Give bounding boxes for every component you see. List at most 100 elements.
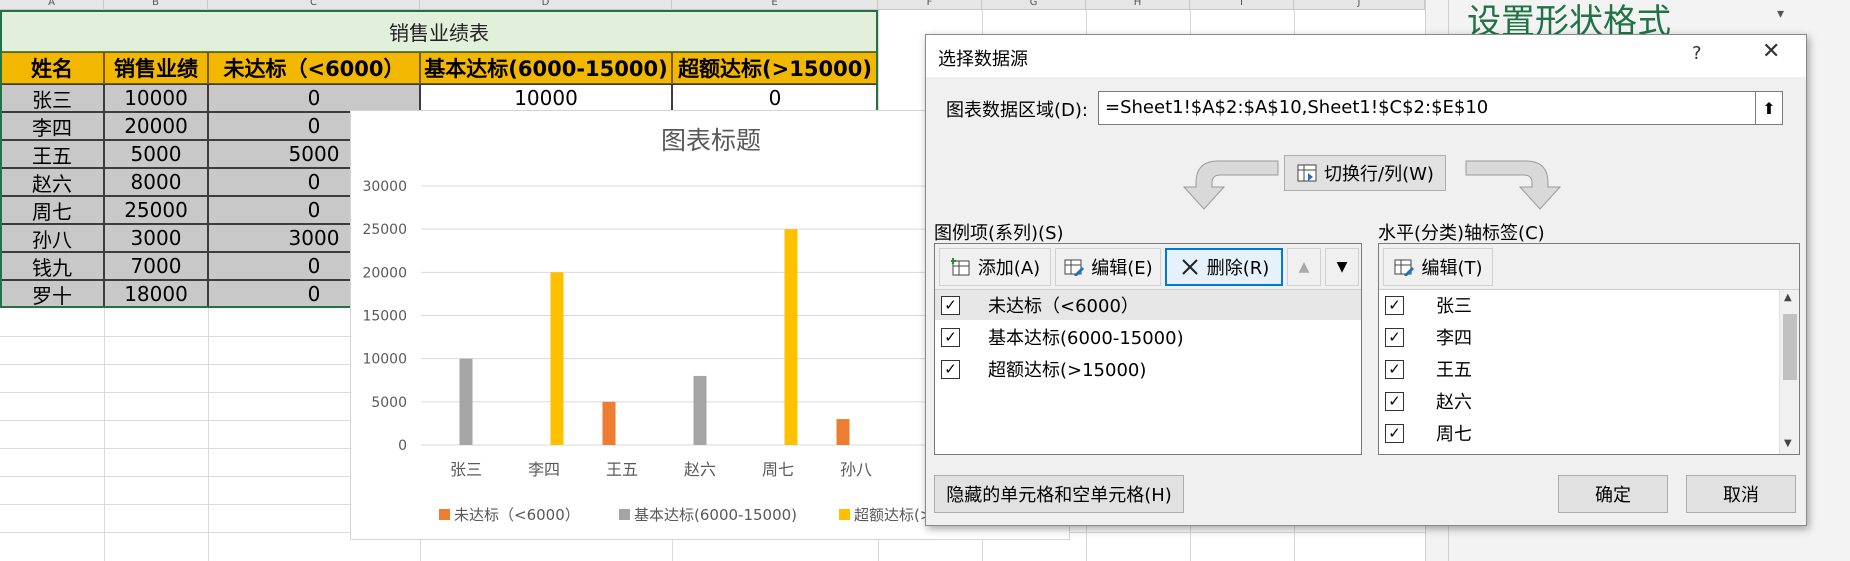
- header-cell-sales[interactable]: 销售业绩: [104, 52, 208, 84]
- cell-sales[interactable]: 3000: [104, 224, 208, 252]
- select-data-source-dialog: 选择数据源 ? ✕ 图表数据区域(D): =Sheet1!$A$2:$A$10,…: [925, 34, 1807, 526]
- pane-dropdown-icon[interactable]: ▾: [1777, 6, 1784, 22]
- legend-label: 未达标（<6000）: [454, 506, 580, 524]
- cell-exceed[interactable]: 0: [672, 84, 878, 112]
- category-list-item[interactable]: ✓ 李四: [1379, 322, 1779, 352]
- column-header-f[interactable]: F: [878, 0, 982, 10]
- collapse-dialog-icon[interactable]: ⬆: [1755, 91, 1783, 125]
- cell-name[interactable]: 李四: [0, 112, 104, 140]
- column-header-b[interactable]: B: [104, 0, 208, 10]
- column-header-row: A B C D E F G H I J: [0, 0, 1425, 10]
- cell-name[interactable]: 王五: [0, 140, 104, 168]
- hidden-empty-cells-button[interactable]: 隐藏的单元格和空单元格(H): [934, 475, 1184, 513]
- category-list-item[interactable]: ✓ 张三: [1379, 290, 1779, 320]
- series-list-item[interactable]: ✓ 未达标（<6000）: [935, 290, 1361, 320]
- horizontal-axis-label: 水平(分类)轴标签(C): [1378, 223, 1545, 244]
- cell-sales[interactable]: 18000: [104, 280, 208, 308]
- chart-title: 图表标题: [661, 126, 761, 155]
- series-checkbox[interactable]: ✓: [941, 295, 960, 315]
- category-checkbox[interactable]: ✓: [1385, 391, 1404, 411]
- cell-sales[interactable]: 5000: [104, 140, 208, 168]
- category-checkbox[interactable]: ✓: [1385, 295, 1404, 315]
- edit-table-icon: [1393, 257, 1415, 277]
- column-header-j[interactable]: J: [1294, 0, 1425, 10]
- series-checkbox[interactable]: ✓: [941, 327, 960, 347]
- column-header-g[interactable]: G: [982, 0, 1086, 10]
- edit-series-button[interactable]: 编辑(E): [1055, 248, 1161, 286]
- series-checkbox[interactable]: ✓: [941, 359, 960, 379]
- header-cell-basic[interactable]: 基本达标(6000-15000): [420, 52, 672, 84]
- edit-axis-labels-button[interactable]: 编辑(T): [1383, 248, 1493, 286]
- add-series-button[interactable]: 添加(A): [939, 248, 1051, 286]
- axis-labels-listbox: 编辑(T) ✓ 张三 ✓ 李四 ✓ 王五 ✓ 赵六 ✓ 周七 ▲ ▼: [1378, 243, 1800, 455]
- legend-label: 基本达标(6000-15000): [634, 506, 797, 524]
- category-list-item[interactable]: ✓ 王五: [1379, 354, 1779, 384]
- delete-series-button[interactable]: 删除(R): [1165, 248, 1283, 286]
- cell-name[interactable]: 周七: [0, 196, 104, 224]
- category-list-item[interactable]: ✓ 周七: [1379, 418, 1779, 448]
- header-cell-name[interactable]: 姓名: [0, 52, 104, 84]
- series-list-item[interactable]: ✓ 超额达标(>15000): [935, 354, 1361, 384]
- category-checkbox[interactable]: ✓: [1385, 423, 1404, 443]
- category-scrollbar[interactable]: ▲ ▼: [1779, 290, 1799, 454]
- series-list-item[interactable]: ✓ 基本达标(6000-15000): [935, 322, 1361, 352]
- header-cell-exceed[interactable]: 超额达标(>15000): [672, 52, 878, 84]
- column-header-e[interactable]: E: [672, 0, 878, 10]
- ok-button[interactable]: 确定: [1558, 475, 1668, 513]
- cancel-button[interactable]: 取消: [1686, 475, 1796, 513]
- left-curved-arrow-icon: [1182, 160, 1279, 210]
- range-label: 图表数据区域(D):: [946, 100, 1088, 121]
- switch-row-column-label: 切换行/列(W): [1324, 164, 1434, 185]
- y-tick-label: 25000: [362, 222, 407, 238]
- column-header-d[interactable]: D: [420, 0, 672, 10]
- cell-sales[interactable]: 25000: [104, 196, 208, 224]
- switch-row-column-button[interactable]: 切换行/列(W): [1284, 155, 1446, 191]
- scroll-up-icon[interactable]: ▲: [1784, 292, 1792, 303]
- cell-sales[interactable]: 8000: [104, 168, 208, 196]
- add-series-label: 添加(A): [977, 258, 1041, 279]
- category-list-item[interactable]: ✓ 赵六: [1379, 386, 1779, 416]
- column-header-h[interactable]: H: [1086, 0, 1190, 10]
- cell-basic[interactable]: 10000: [420, 84, 672, 112]
- y-tick-label: 0: [398, 438, 407, 454]
- cell-sales[interactable]: 10000: [104, 84, 208, 112]
- cell-name[interactable]: 孙八: [0, 224, 104, 252]
- y-tick-label: 5000: [371, 395, 407, 411]
- move-down-icon[interactable]: ▼: [1325, 248, 1359, 286]
- sheet-title-cell[interactable]: 销售业绩表: [0, 10, 878, 52]
- legend-swatch: [839, 509, 850, 520]
- header-cell-below[interactable]: 未达标（<6000）: [208, 52, 420, 84]
- help-icon[interactable]: ?: [1692, 43, 1702, 64]
- y-tick-label: 20000: [362, 265, 407, 281]
- column-header-i[interactable]: I: [1190, 0, 1294, 10]
- bar-exceed: [550, 272, 564, 445]
- scroll-thumb[interactable]: [1783, 314, 1797, 380]
- category-checkbox[interactable]: ✓: [1385, 359, 1404, 379]
- column-header-a[interactable]: A: [0, 0, 104, 10]
- switch-grid-icon: [1296, 163, 1318, 183]
- bar-below: [836, 419, 850, 445]
- cell-name[interactable]: 赵六: [0, 168, 104, 196]
- x-tick-label: 孙八: [840, 460, 872, 479]
- cell-name[interactable]: 罗十: [0, 280, 104, 308]
- category-item-label: 王五: [1436, 360, 1472, 381]
- legend-swatch: [619, 509, 630, 520]
- legend-series-listbox: 添加(A) 编辑(E) 删除(R) ▲ ▼ ✓ 未达标（<6000） ✓ 基本达标(6…: [934, 243, 1362, 455]
- x-tick-label: 张三: [450, 460, 482, 479]
- cell-sales[interactable]: 20000: [104, 112, 208, 140]
- category-checkbox[interactable]: ✓: [1385, 327, 1404, 347]
- chart-range-input[interactable]: =Sheet1!$A$2:$A$10,Sheet1!$C$2:$E$10: [1098, 91, 1756, 125]
- category-item-label: 赵六: [1436, 392, 1472, 413]
- x-tick-label: 周七: [762, 460, 794, 479]
- cell-sales[interactable]: 7000: [104, 252, 208, 280]
- column-header-c[interactable]: C: [208, 0, 420, 10]
- axis-labels-toolbar: 编辑(T): [1379, 244, 1799, 290]
- cell-name[interactable]: 张三: [0, 84, 104, 112]
- cell-name[interactable]: 钱九: [0, 252, 104, 280]
- cell-below[interactable]: 0: [208, 84, 420, 112]
- move-up-icon[interactable]: ▲: [1287, 248, 1321, 286]
- close-icon[interactable]: ✕: [1762, 39, 1780, 64]
- bar-basic: [693, 375, 707, 445]
- scroll-down-icon[interactable]: ▼: [1784, 438, 1792, 449]
- category-item-label: 张三: [1436, 296, 1472, 317]
